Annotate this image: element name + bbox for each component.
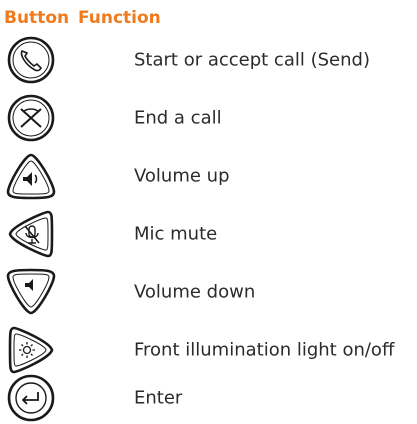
table-row: Front illumination light on/off	[0, 324, 417, 376]
table-row: Start or accept call (Send)	[0, 34, 417, 86]
row-function-label: Mic mute	[134, 223, 218, 245]
header-function: Function	[78, 8, 161, 28]
volume-up-icon	[2, 150, 60, 202]
header-button: Button	[4, 8, 70, 28]
end-call-icon	[2, 92, 60, 144]
row-function-label: Start or accept call (Send)	[134, 49, 370, 71]
enter-icon	[2, 372, 60, 424]
table-row: Volume down	[0, 266, 417, 318]
table-row: End a call	[0, 92, 417, 144]
row-function-label: Enter	[134, 387, 183, 409]
row-function-label: Volume up	[134, 165, 230, 187]
phone-send-icon	[2, 34, 60, 86]
row-function-label: End a call	[134, 107, 222, 129]
row-function-label: Volume down	[134, 281, 256, 303]
table-row: Mic mute	[0, 208, 417, 260]
volume-down-icon	[2, 266, 60, 318]
table-row: Enter	[0, 372, 417, 424]
mic-mute-icon	[2, 208, 60, 260]
row-function-label: Front illumination light on/off	[134, 339, 395, 361]
table-row: Volume up	[0, 150, 417, 202]
light-toggle-icon	[2, 324, 60, 376]
